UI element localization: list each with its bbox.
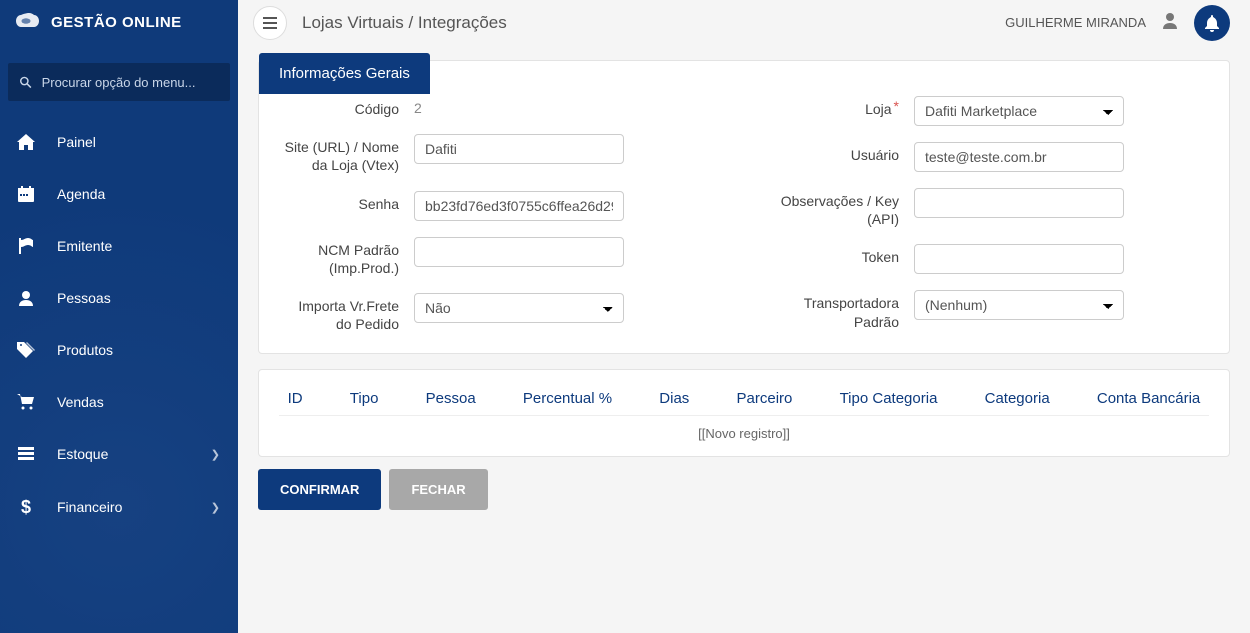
table-card: ID Tipo Pessoa Percentual % Dias Parceir… bbox=[258, 369, 1230, 457]
sidebar-item-produtos[interactable]: Produtos bbox=[0, 324, 238, 376]
logo-icon bbox=[15, 13, 41, 33]
label-loja: Loja* bbox=[764, 96, 914, 118]
stack-icon bbox=[15, 446, 37, 462]
label-codigo: Código bbox=[284, 96, 414, 118]
th-categoria: Categoria bbox=[985, 390, 1050, 407]
sidebar-item-label: Pessoas bbox=[57, 290, 111, 306]
sidebar-item-label: Vendas bbox=[57, 394, 104, 410]
label-ncm: NCM Padrão (Imp.Prod.) bbox=[284, 237, 414, 277]
chevron-right-icon: ❯ bbox=[211, 501, 220, 514]
confirm-button[interactable]: CONFIRMAR bbox=[258, 469, 381, 510]
row-loja: Loja* Dafiti Marketplace bbox=[764, 96, 1204, 126]
svg-text:$: $ bbox=[21, 498, 31, 516]
form-card: Informações Gerais Código 2 Site (URL) /… bbox=[258, 60, 1230, 354]
brand-text: GESTÃO ONLINE bbox=[51, 14, 182, 31]
search-input[interactable] bbox=[42, 75, 218, 90]
label-token: Token bbox=[764, 244, 914, 266]
label-usuario: Usuário bbox=[764, 142, 914, 164]
search-box[interactable] bbox=[8, 63, 230, 101]
sidebar-item-label: Produtos bbox=[57, 342, 113, 358]
form-col-left: Código 2 Site (URL) / Nome da Loja (Vtex… bbox=[284, 96, 724, 333]
sidebar: GESTÃO ONLINE Painel Agenda Emitente Pes… bbox=[0, 0, 238, 633]
table-header-row: ID Tipo Pessoa Percentual % Dias Parceir… bbox=[279, 385, 1209, 415]
person-icon bbox=[15, 290, 37, 306]
input-site[interactable] bbox=[414, 134, 624, 164]
content: Informações Gerais Código 2 Site (URL) /… bbox=[238, 45, 1250, 530]
th-tipo: Tipo bbox=[350, 390, 379, 407]
user-icon[interactable] bbox=[1161, 11, 1179, 34]
row-transp: Transportadora Padrão (Nenhum) bbox=[764, 290, 1204, 330]
close-button[interactable]: FECHAR bbox=[389, 469, 487, 510]
tab-info-gerais[interactable]: Informações Gerais bbox=[259, 53, 430, 94]
row-usuario: Usuário bbox=[764, 142, 1204, 172]
sidebar-item-label: Agenda bbox=[57, 186, 105, 202]
label-site: Site (URL) / Nome da Loja (Vtex) bbox=[284, 134, 414, 174]
label-obs: Observações / Key (API) bbox=[764, 188, 914, 228]
sidebar-item-painel[interactable]: Painel bbox=[0, 116, 238, 168]
sidebar-item-agenda[interactable]: Agenda bbox=[0, 168, 238, 220]
sidebar-item-emitente[interactable]: Emitente bbox=[0, 220, 238, 272]
cart-icon bbox=[15, 394, 37, 410]
calendar-icon bbox=[15, 186, 37, 202]
th-dias: Dias bbox=[659, 390, 689, 407]
home-icon bbox=[15, 134, 37, 150]
notifications-button[interactable] bbox=[1194, 5, 1230, 41]
row-frete: Importa Vr.Frete do Pedido Não bbox=[284, 293, 724, 333]
sidebar-item-vendas[interactable]: Vendas bbox=[0, 376, 238, 428]
row-ncm: NCM Padrão (Imp.Prod.) bbox=[284, 237, 724, 277]
topbar: Lojas Virtuais / Integrações GUILHERME M… bbox=[238, 0, 1250, 45]
value-codigo: 2 bbox=[414, 96, 422, 116]
sidebar-item-label: Emitente bbox=[57, 238, 112, 254]
input-ncm[interactable] bbox=[414, 237, 624, 267]
flag-icon bbox=[15, 238, 37, 254]
select-loja[interactable]: Dafiti Marketplace bbox=[914, 96, 1124, 126]
th-percentual: Percentual % bbox=[523, 390, 612, 407]
form-grid: Código 2 Site (URL) / Nome da Loja (Vtex… bbox=[284, 96, 1204, 333]
th-id: ID bbox=[288, 390, 303, 407]
button-row: CONFIRMAR FECHAR bbox=[258, 469, 1230, 510]
row-obs: Observações / Key (API) bbox=[764, 188, 1204, 228]
hamburger-icon bbox=[263, 17, 277, 29]
row-codigo: Código 2 bbox=[284, 96, 724, 118]
input-token[interactable] bbox=[914, 244, 1124, 274]
row-senha: Senha bbox=[284, 191, 724, 221]
input-usuario[interactable] bbox=[914, 142, 1124, 172]
breadcrumb: Lojas Virtuais / Integrações bbox=[302, 13, 507, 33]
sidebar-item-label: Painel bbox=[57, 134, 96, 150]
brand: GESTÃO ONLINE bbox=[0, 0, 238, 45]
input-obs[interactable] bbox=[914, 188, 1124, 218]
sidebar-item-financeiro[interactable]: $ Financeiro ❯ bbox=[0, 480, 238, 534]
label-frete: Importa Vr.Frete do Pedido bbox=[284, 293, 414, 333]
form-col-right: Loja* Dafiti Marketplace Usuário Observa… bbox=[764, 96, 1204, 333]
row-site: Site (URL) / Nome da Loja (Vtex) bbox=[284, 134, 724, 174]
search-icon bbox=[20, 76, 32, 89]
menu-toggle-button[interactable] bbox=[253, 6, 287, 40]
menu: Painel Agenda Emitente Pessoas Produtos … bbox=[0, 116, 238, 534]
sidebar-item-label: Financeiro bbox=[57, 499, 122, 515]
sidebar-item-pessoas[interactable]: Pessoas bbox=[0, 272, 238, 324]
sidebar-item-label: Estoque bbox=[57, 446, 108, 462]
label-transp: Transportadora Padrão bbox=[764, 290, 914, 330]
tag-icon bbox=[15, 342, 37, 358]
dollar-icon: $ bbox=[15, 498, 37, 516]
top-right: GUILHERME MIRANDA bbox=[1005, 5, 1230, 41]
select-transp[interactable]: (Nenhum) bbox=[914, 290, 1124, 320]
th-conta: Conta Bancária bbox=[1097, 390, 1200, 407]
sidebar-item-estoque[interactable]: Estoque ❯ bbox=[0, 428, 238, 480]
select-frete[interactable]: Não bbox=[414, 293, 624, 323]
input-senha[interactable] bbox=[414, 191, 624, 221]
bell-icon bbox=[1203, 14, 1221, 32]
label-senha: Senha bbox=[284, 191, 414, 213]
chevron-right-icon: ❯ bbox=[211, 448, 220, 461]
new-record-row[interactable]: [[Novo registro]] bbox=[279, 415, 1209, 446]
main: Lojas Virtuais / Integrações GUILHERME M… bbox=[238, 0, 1250, 633]
th-pessoa: Pessoa bbox=[426, 390, 476, 407]
th-parceiro: Parceiro bbox=[737, 390, 793, 407]
username: GUILHERME MIRANDA bbox=[1005, 15, 1146, 30]
th-tipo-categoria: Tipo Categoria bbox=[840, 390, 938, 407]
row-token: Token bbox=[764, 244, 1204, 274]
